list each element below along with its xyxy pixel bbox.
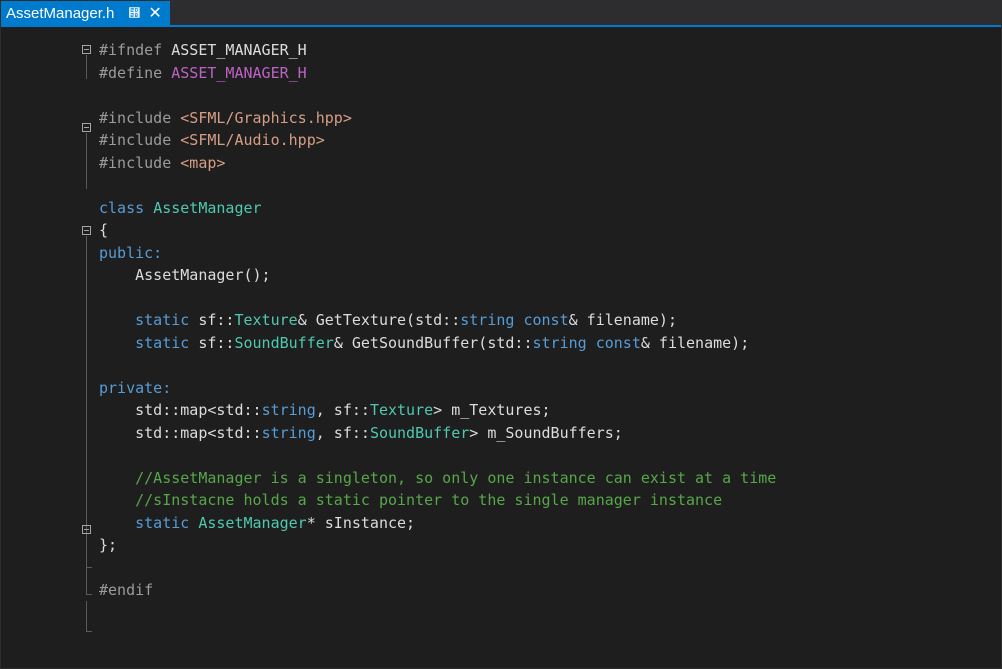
tab-asset-manager-h[interactable]: AssetManager.h ⴫ ✕ [1, 1, 170, 25]
collapse-icon[interactable] [82, 123, 91, 132]
code-editor-window: AssetManager.h ⴫ ✕ #ifndef ASSET_MANAGER… [0, 0, 1002, 669]
outline-guide [86, 236, 87, 594]
code-line: { [99, 221, 109, 239]
code-line: #include <map> [99, 153, 226, 172]
outline-guide [86, 601, 87, 631]
outline-guide [86, 594, 92, 595]
outline-guide [86, 55, 87, 79]
collapse-icon[interactable] [82, 45, 91, 54]
code-line: static AssetManager* sInstance; [135, 513, 416, 532]
indicator-margin [1, 27, 53, 668]
code-line: class AssetManager [99, 198, 262, 217]
tab-bar: AssetManager.h ⴫ ✕ [1, 1, 1001, 27]
code-line: #endif [99, 581, 154, 599]
code-line: //AssetManager is a singleton, so only o… [99, 468, 777, 487]
outline-guide [86, 631, 92, 632]
code-line: static sf::Texture& GetTexture(std::stri… [135, 311, 677, 329]
close-icon[interactable]: ✕ [148, 3, 161, 23]
code-line: static sf::SoundBuffer& GetSoundBuffer(s… [135, 333, 750, 352]
pin-icon[interactable]: ⴫ [128, 6, 140, 20]
tab-title: AssetManager.h [6, 4, 115, 22]
code-area[interactable]: #ifndef ASSET_MANAGER_H #define ASSET_MA… [99, 39, 1001, 668]
code-line: #ifndef ASSET_MANAGER_H [99, 41, 307, 59]
code-line: public: [99, 243, 163, 262]
code-line: }; [99, 536, 118, 554]
code-line: #include <SFML/Audio.hpp> [99, 131, 325, 149]
code-line: #include <SFML/Graphics.hpp> [99, 108, 352, 127]
outline-guide [86, 133, 87, 189]
code-line: private: [99, 378, 172, 397]
code-line: std::map<std::string, sf::Texture> m_Tex… [99, 401, 551, 419]
collapse-icon[interactable] [82, 226, 91, 235]
code-line: //sInstacne holds a static pointer to th… [99, 491, 723, 509]
code-line: #define ASSET_MANAGER_H [99, 63, 307, 82]
outline-guide [86, 567, 92, 568]
code-line: std::map<std::string, sf::SoundBuffer> m… [99, 423, 623, 442]
code-line: AssetManager(); [99, 266, 271, 284]
collapse-icon[interactable] [82, 525, 91, 534]
